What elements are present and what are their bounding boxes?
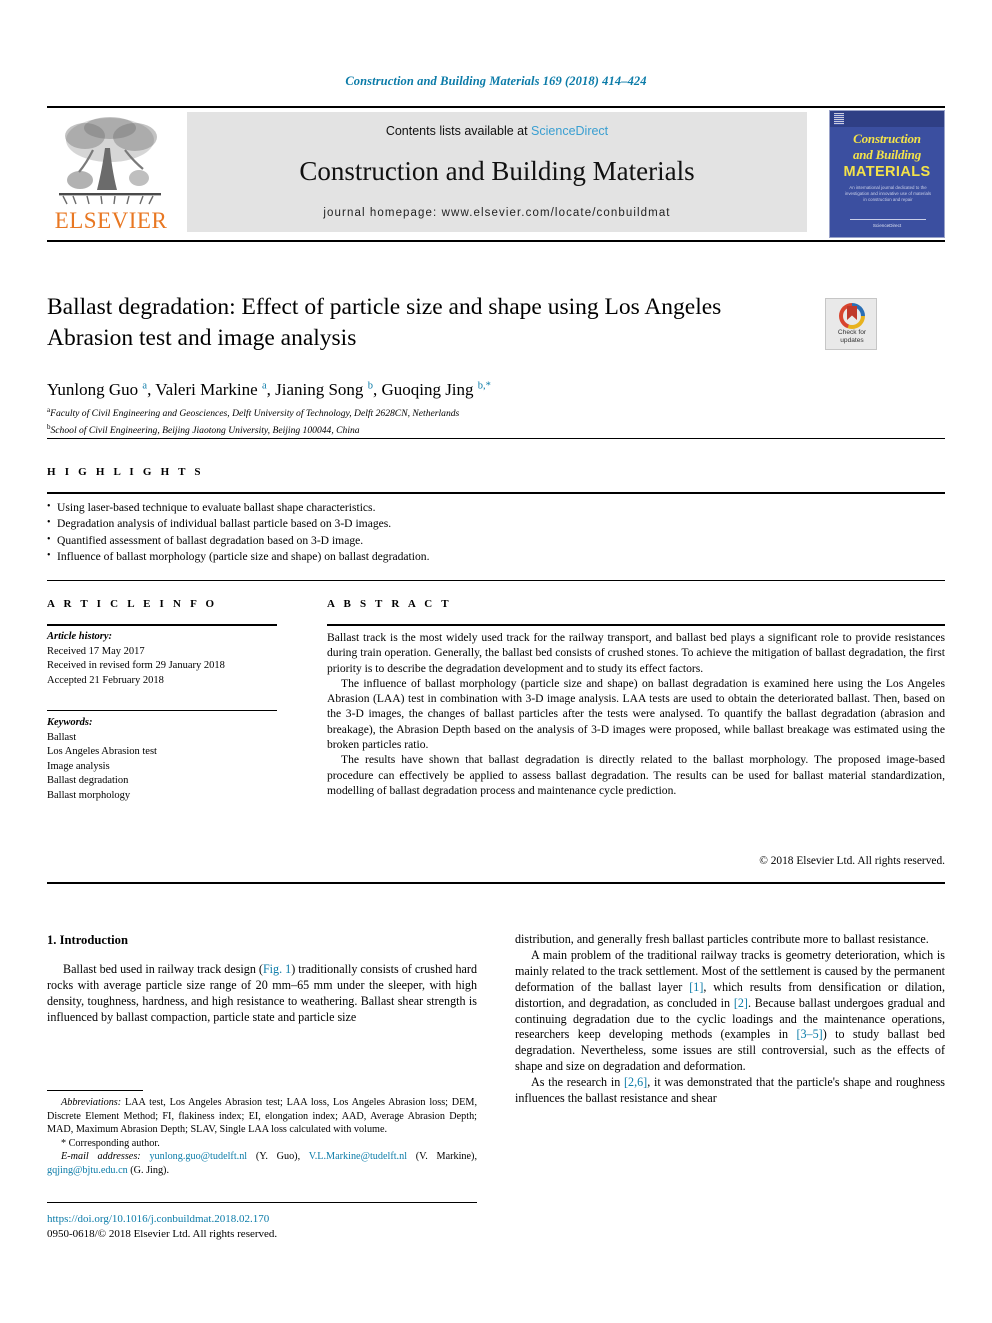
citation-link-1[interactable]: [1] (689, 980, 703, 994)
highlights-bottom-rule (47, 580, 945, 581)
right-paragraph-3: As the research in [2,6], it was demonst… (515, 1075, 945, 1107)
crossmark-label-line1: Check for (837, 329, 867, 336)
masthead-bottom-rule (47, 240, 945, 242)
paper-page: Construction and Building Materials 169 … (0, 0, 992, 1323)
email-link-guo[interactable]: yunlong.guo@tudelft.nl (149, 1151, 247, 1162)
cover-footer-text: ScienceDirect (872, 223, 902, 228)
abstract-copyright: © 2018 Elsevier Ltd. All rights reserved… (759, 855, 945, 867)
keywords-label: Keywords: (47, 717, 93, 728)
article-info-rule (47, 624, 277, 626)
article-info-heading: A R T I C L E I N F O (47, 598, 218, 610)
abstract-paragraph: The results have shown that ballast degr… (327, 753, 945, 797)
right-paragraph-2: A main problem of the traditional railwa… (515, 948, 945, 1075)
body-column-left: 1. Introduction Ballast bed used in rail… (47, 932, 477, 1026)
footnotes-block: Abbreviations: LAA test, Los Angeles Abr… (47, 1096, 477, 1178)
list-item: Using laser-based technique to evaluate … (47, 499, 945, 516)
abstract-paragraph: Ballast track is the most widely used tr… (327, 631, 945, 675)
affiliation-b-text: School of Civil Engineering, Beijing Jia… (50, 424, 360, 436)
email-footnote: E-mail addresses: yunlong.guo@tudelft.nl… (47, 1150, 477, 1177)
highlights-rule (47, 492, 945, 494)
sciencedirect-banner: Contents lists available at ScienceDirec… (187, 112, 807, 232)
authors-bottom-rule (47, 438, 945, 439)
page-title: Ballast degradation: Effect of particle … (47, 294, 722, 351)
cover-title-line2: and Building (852, 147, 922, 162)
affiliation-b: bSchool of Civil Engineering, Beijing Ji… (47, 421, 847, 438)
intro-p1-part1: Ballast bed used in railway track design… (63, 962, 263, 976)
journal-cover-thumbnail: Construction and Building MATERIALS An i… (829, 110, 945, 238)
article-history-block: Article history: Received 17 May 2017 Re… (47, 630, 287, 688)
doi-link[interactable]: https://doi.org/10.1016/j.conbuildmat.20… (47, 1212, 487, 1227)
elsevier-tree-icon (53, 114, 167, 206)
crossmark-label: Check for updates (826, 329, 878, 345)
intro-paragraph-1: Ballast bed used in railway track design… (47, 962, 477, 1026)
abstract-paragraph: The influence of ballast morphology (par… (327, 676, 945, 752)
email-link-jing[interactable]: gqjing@bjtu.edu.cn (47, 1165, 128, 1176)
corresponding-author-footnote: * Corresponding author. (61, 1137, 160, 1149)
article-history-accepted: Accepted 21 February 2018 (47, 674, 164, 686)
email-owner-guo: (Y. Guo), (247, 1151, 309, 1163)
crossmark-label-line2: updates (840, 337, 864, 344)
keyword-item: Ballast morphology (47, 789, 131, 801)
list-item: Degradation analysis of individual balla… (47, 515, 945, 532)
affiliation-a: aFaculty of Civil Engineering and Geosci… (47, 404, 847, 421)
contents-available-line: Contents lists available at ScienceDirec… (187, 124, 807, 138)
cover-elsevier-icon (834, 113, 844, 125)
cover-topbar (830, 111, 944, 127)
cover-title-line1: Construction (853, 131, 921, 146)
keyword-item: Ballast degradation (47, 775, 129, 786)
body-column-right: distribution, and generally fresh ballas… (515, 932, 945, 1107)
email-link-markine[interactable]: V.L.Markine@tudelft.nl (309, 1151, 407, 1162)
figure-reference-link[interactable]: Fig. 1 (263, 962, 291, 976)
cover-title-line3: MATERIALS (843, 164, 931, 180)
highlights-heading: H I G H L I G H T S (47, 466, 204, 478)
abstract-rule (327, 624, 945, 626)
contents-available-prefix: Contents lists available at (385, 124, 532, 138)
abstract-bottom-rule (47, 882, 945, 884)
email-owner-jing: (G. Jing). (127, 1164, 169, 1176)
list-item: Influence of ballast morphology (particl… (47, 548, 945, 565)
sciencedirect-link[interactable]: ScienceDirect (531, 124, 608, 138)
footnote-separator-rule (47, 1090, 143, 1091)
keywords-rule (47, 710, 277, 712)
citation-link-2-6[interactable]: [2,6] (624, 1075, 647, 1089)
right-p3-a: As the research in (531, 1075, 625, 1090)
journal-masthead: ELSEVIER Contents lists available at Sci… (47, 110, 945, 238)
affiliation-list: aFaculty of Civil Engineering and Geosci… (47, 404, 847, 437)
masthead-top-rule (47, 106, 945, 108)
section-heading-introduction: 1. Introduction (47, 933, 128, 947)
keyword-item: Ballast (47, 731, 77, 743)
journal-homepage-url[interactable]: journal homepage: www.elsevier.com/locat… (187, 207, 807, 219)
abbreviations-footnote: Abbreviations: LAA test, Los Angeles Abr… (47, 1096, 477, 1137)
keyword-item: Image analysis (47, 760, 110, 772)
article-history-received: Received 17 May 2017 (47, 645, 145, 657)
abstract-body: Ballast track is the most widely used tr… (327, 630, 945, 798)
email-addresses-label: E-mail addresses: (61, 1151, 141, 1163)
abstract-heading: A B S T R A C T (327, 598, 452, 610)
keyword-item: Los Angeles Abrasion test (47, 746, 157, 757)
crossmark-badge[interactable]: Check for updates (825, 298, 877, 350)
journal-title: Construction and Building Materials (299, 156, 695, 186)
citation-link-2[interactable]: [2] (734, 996, 748, 1010)
email-owner-markine: (V. Markine), (407, 1151, 477, 1163)
keywords-block: Keywords: Ballast Los Angeles Abrasion t… (47, 716, 287, 803)
elsevier-wordmark: ELSEVIER (54, 208, 168, 233)
cover-blurb: An international journal dedicated to th… (844, 185, 932, 202)
highlights-list: Using laser-based technique to evaluate … (47, 499, 945, 566)
elsevier-logo: ELSEVIER (47, 112, 175, 234)
issn-copyright: 0950-0618/© 2018 Elsevier Ltd. All right… (47, 1228, 278, 1240)
cover-divider (850, 219, 926, 220)
article-history-label: Article history: (47, 631, 113, 642)
doi-separator-rule (47, 1202, 477, 1203)
abbreviations-label: Abbreviations: (61, 1097, 122, 1108)
running-head: Construction and Building Materials 169 … (345, 74, 647, 88)
author-list: Yunlong Guo a, Valeri Markine a, Jianing… (47, 380, 491, 399)
citation-link-3-5[interactable]: [3–5] (796, 1027, 822, 1041)
right-paragraph-continuation: distribution, and generally fresh ballas… (515, 932, 929, 946)
affiliation-a-text: Faculty of Civil Engineering and Geoscie… (50, 408, 460, 420)
doi-block: https://doi.org/10.1016/j.conbuildmat.20… (47, 1212, 487, 1242)
article-history-revised: Received in revised form 29 January 2018 (47, 660, 225, 671)
list-item: Quantified assessment of ballast degrada… (47, 532, 945, 549)
